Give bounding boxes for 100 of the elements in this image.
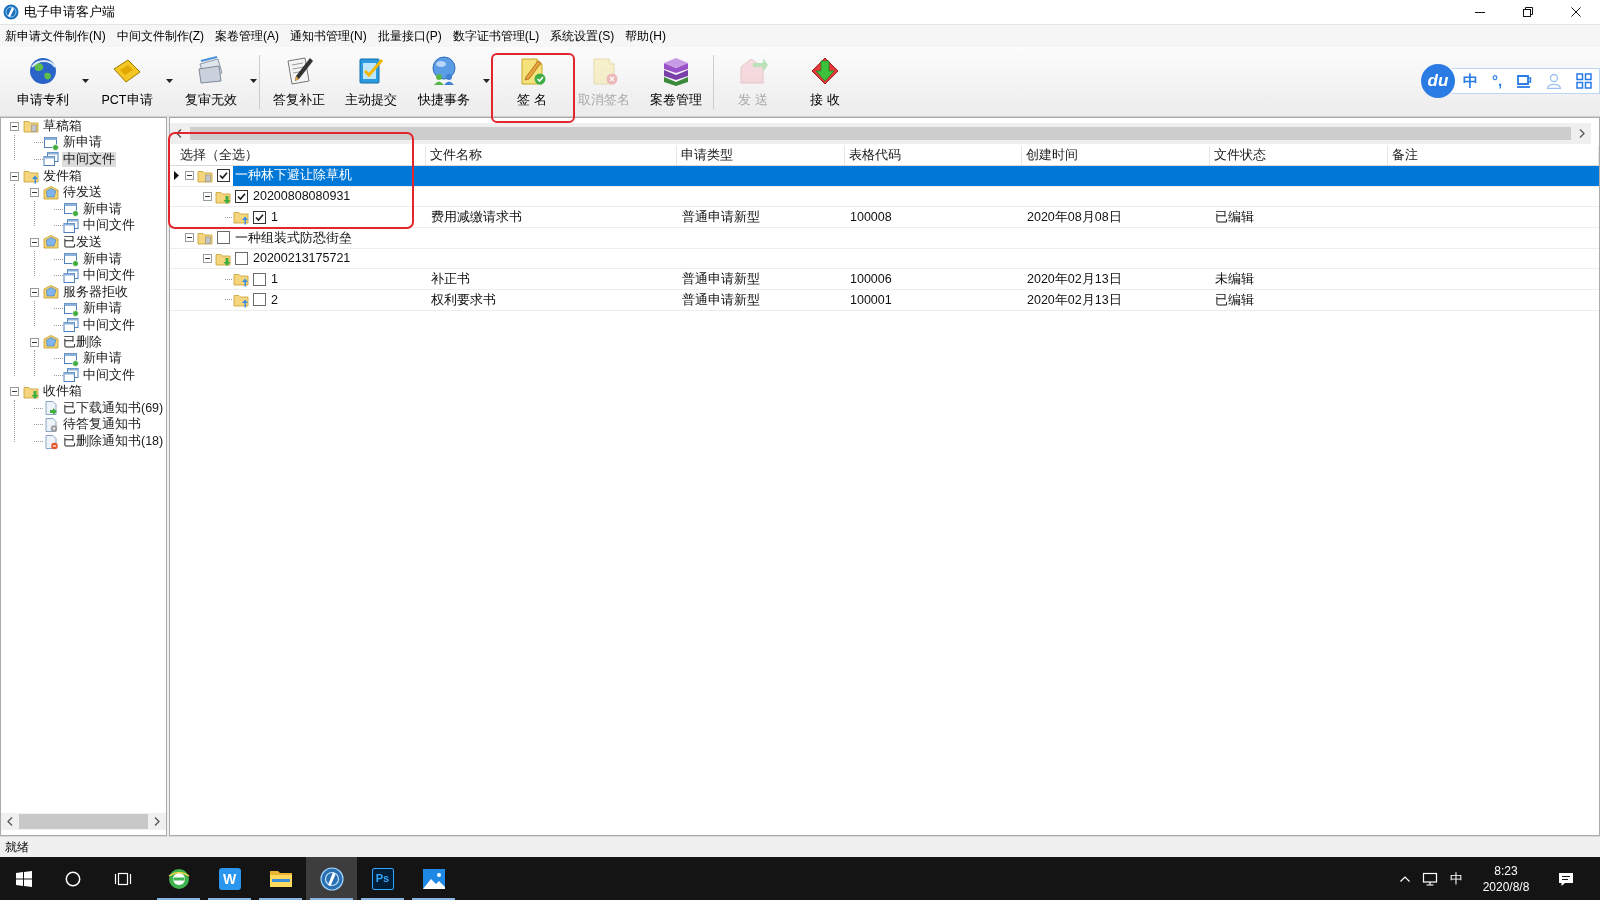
- tree-item[interactable]: 中间文件: [82, 317, 136, 333]
- running-indicator: [361, 898, 404, 900]
- collapse-icon[interactable]: [202, 254, 212, 264]
- tree-item[interactable]: 已删除通知书(18): [62, 434, 165, 450]
- tree-item[interactable]: 中间文件: [82, 367, 136, 383]
- scroll-thumb[interactable]: [19, 814, 148, 829]
- tree-item[interactable]: 草稿箱: [42, 118, 83, 134]
- collapse-icon[interactable]: [29, 188, 39, 198]
- row-title[interactable]: 1: [269, 269, 282, 290]
- ime-mode-button[interactable]: 中: [1462, 73, 1478, 88]
- tree-item[interactable]: 中间文件: [82, 218, 136, 234]
- toolbar-button[interactable]: PCT申请: [90, 47, 164, 117]
- folder-envelope-icon: [43, 234, 59, 251]
- chevron-left-icon[interactable]: [176, 129, 182, 138]
- collapse-icon[interactable]: [29, 287, 39, 297]
- tree-item[interactable]: 收件箱: [42, 384, 83, 400]
- taskbar-button[interactable]: [306, 857, 357, 900]
- collapse-icon[interactable]: [184, 233, 194, 243]
- checkbox[interactable]: [253, 210, 266, 224]
- tree-item[interactable]: 新申请: [82, 301, 123, 317]
- caret-icon[interactable]: [81, 79, 89, 83]
- scroll-thumb[interactable]: [190, 127, 1571, 140]
- taskbar-button[interactable]: Ps: [357, 857, 408, 900]
- toolbar-button[interactable]: 复审无效: [174, 47, 248, 117]
- tree-item[interactable]: 新申请: [82, 201, 123, 217]
- collapse-icon[interactable]: [29, 337, 39, 347]
- tree-item[interactable]: 待答复通知书: [62, 417, 142, 433]
- menu-item[interactable]: 系统设置(S): [547, 26, 618, 46]
- checkbox[interactable]: [253, 293, 266, 307]
- menu-item[interactable]: 中间文件制作(Z): [113, 26, 207, 46]
- column-header[interactable]: 备注: [1388, 146, 1599, 165]
- chevron-left-icon[interactable]: [7, 817, 13, 826]
- column-header[interactable]: 文件状态: [1210, 146, 1388, 165]
- clock-button[interactable]: 8:23 2020/8/8: [1469, 857, 1543, 900]
- column-header[interactable]: 选择（全选）: [170, 146, 426, 165]
- tree-item[interactable]: 已删除: [62, 334, 103, 350]
- ime-punctuation-button[interactable]: °,: [1491, 73, 1503, 88]
- collapse-icon[interactable]: [9, 171, 19, 181]
- window-title: 电子申请客户端: [24, 3, 115, 21]
- grid-icon[interactable]: [1575, 72, 1592, 89]
- tree-item[interactable]: 新申请: [82, 251, 123, 267]
- toolbar-button[interactable]: 签 名: [496, 47, 568, 117]
- checkbox[interactable]: [253, 272, 266, 286]
- collapse-icon[interactable]: [9, 387, 19, 397]
- checkbox[interactable]: [217, 231, 230, 245]
- row-title[interactable]: 20200808080931: [251, 186, 355, 207]
- menu-item[interactable]: 案卷管理(A): [212, 26, 282, 46]
- collapse-icon[interactable]: [184, 171, 194, 181]
- menu-item[interactable]: 批量接口(P): [374, 26, 445, 46]
- cup-icon[interactable]: [1516, 72, 1533, 89]
- menu-item[interactable]: 数字证书管理(L): [449, 26, 543, 46]
- caret-icon[interactable]: [165, 79, 173, 83]
- column-header[interactable]: 文件名称: [426, 146, 677, 165]
- tree-item[interactable]: 待发送: [62, 185, 103, 201]
- folder-document-icon: [23, 118, 39, 135]
- toolbar-button[interactable]: 接 收: [789, 47, 861, 117]
- tree-item[interactable]: 已下载通知书(69): [62, 400, 165, 416]
- checkbox[interactable]: [235, 252, 248, 266]
- tree-item[interactable]: 新申请: [82, 351, 123, 367]
- table-cell-text: 100001: [849, 291, 893, 309]
- caret-icon[interactable]: [482, 79, 490, 83]
- checkbox[interactable]: [217, 169, 230, 183]
- row-title[interactable]: 一种组装式防恐街垒: [233, 228, 356, 248]
- chevron-right-icon[interactable]: [154, 817, 160, 826]
- panes-icon: [114, 870, 132, 887]
- column-header[interactable]: 表格代码: [845, 146, 1022, 165]
- tree-item[interactable]: 新申请: [62, 135, 103, 151]
- toolbar-button[interactable]: 主动提交: [335, 47, 407, 117]
- toolbar-button[interactable]: 案卷管理: [640, 47, 712, 117]
- collapse-icon[interactable]: [202, 192, 212, 202]
- document-arrow-icon: [43, 400, 59, 417]
- menu-item[interactable]: 新申请文件制作(N): [2, 26, 109, 46]
- toolbar-button[interactable]: 答复补正: [263, 47, 335, 117]
- tree-item[interactable]: 中间文件: [82, 268, 136, 284]
- tree-item[interactable]: 中间文件: [62, 152, 116, 167]
- tree-item[interactable]: 服务器拒收: [62, 284, 129, 300]
- menu-item[interactable]: 帮助(H): [622, 26, 669, 46]
- toolbar-button[interactable]: 申请专利: [6, 47, 80, 117]
- tree-item[interactable]: 发件箱: [42, 168, 83, 184]
- column-header[interactable]: 创建时间: [1022, 146, 1210, 165]
- running-indicator: [412, 898, 455, 900]
- collapse-icon[interactable]: [29, 237, 39, 247]
- row-title[interactable]: 一种林下避让除草机: [233, 166, 1599, 186]
- menu-item[interactable]: 通知书管理(N): [287, 26, 370, 46]
- row-title[interactable]: 2: [269, 290, 282, 310]
- folder-envelope-icon: [43, 184, 59, 201]
- row-title[interactable]: 20200213175721: [251, 248, 355, 269]
- column-header[interactable]: 申请类型: [677, 146, 845, 165]
- chevron-right-icon[interactable]: [1579, 129, 1585, 138]
- table-cell-text: 普通申请新型: [681, 270, 761, 288]
- input-mode-button[interactable]: 中: [1443, 857, 1469, 900]
- row-title[interactable]: 1: [269, 207, 282, 228]
- tree-item[interactable]: 已发送: [62, 234, 103, 250]
- caret-icon[interactable]: [249, 79, 257, 83]
- collapse-icon[interactable]: [9, 121, 19, 131]
- toolbar-button[interactable]: 快捷事务: [407, 47, 481, 117]
- ime-logo[interactable]: du: [1421, 63, 1455, 98]
- status-text: 就绪: [5, 839, 29, 856]
- checkbox[interactable]: [235, 190, 248, 204]
- running-indicator: [310, 898, 353, 900]
